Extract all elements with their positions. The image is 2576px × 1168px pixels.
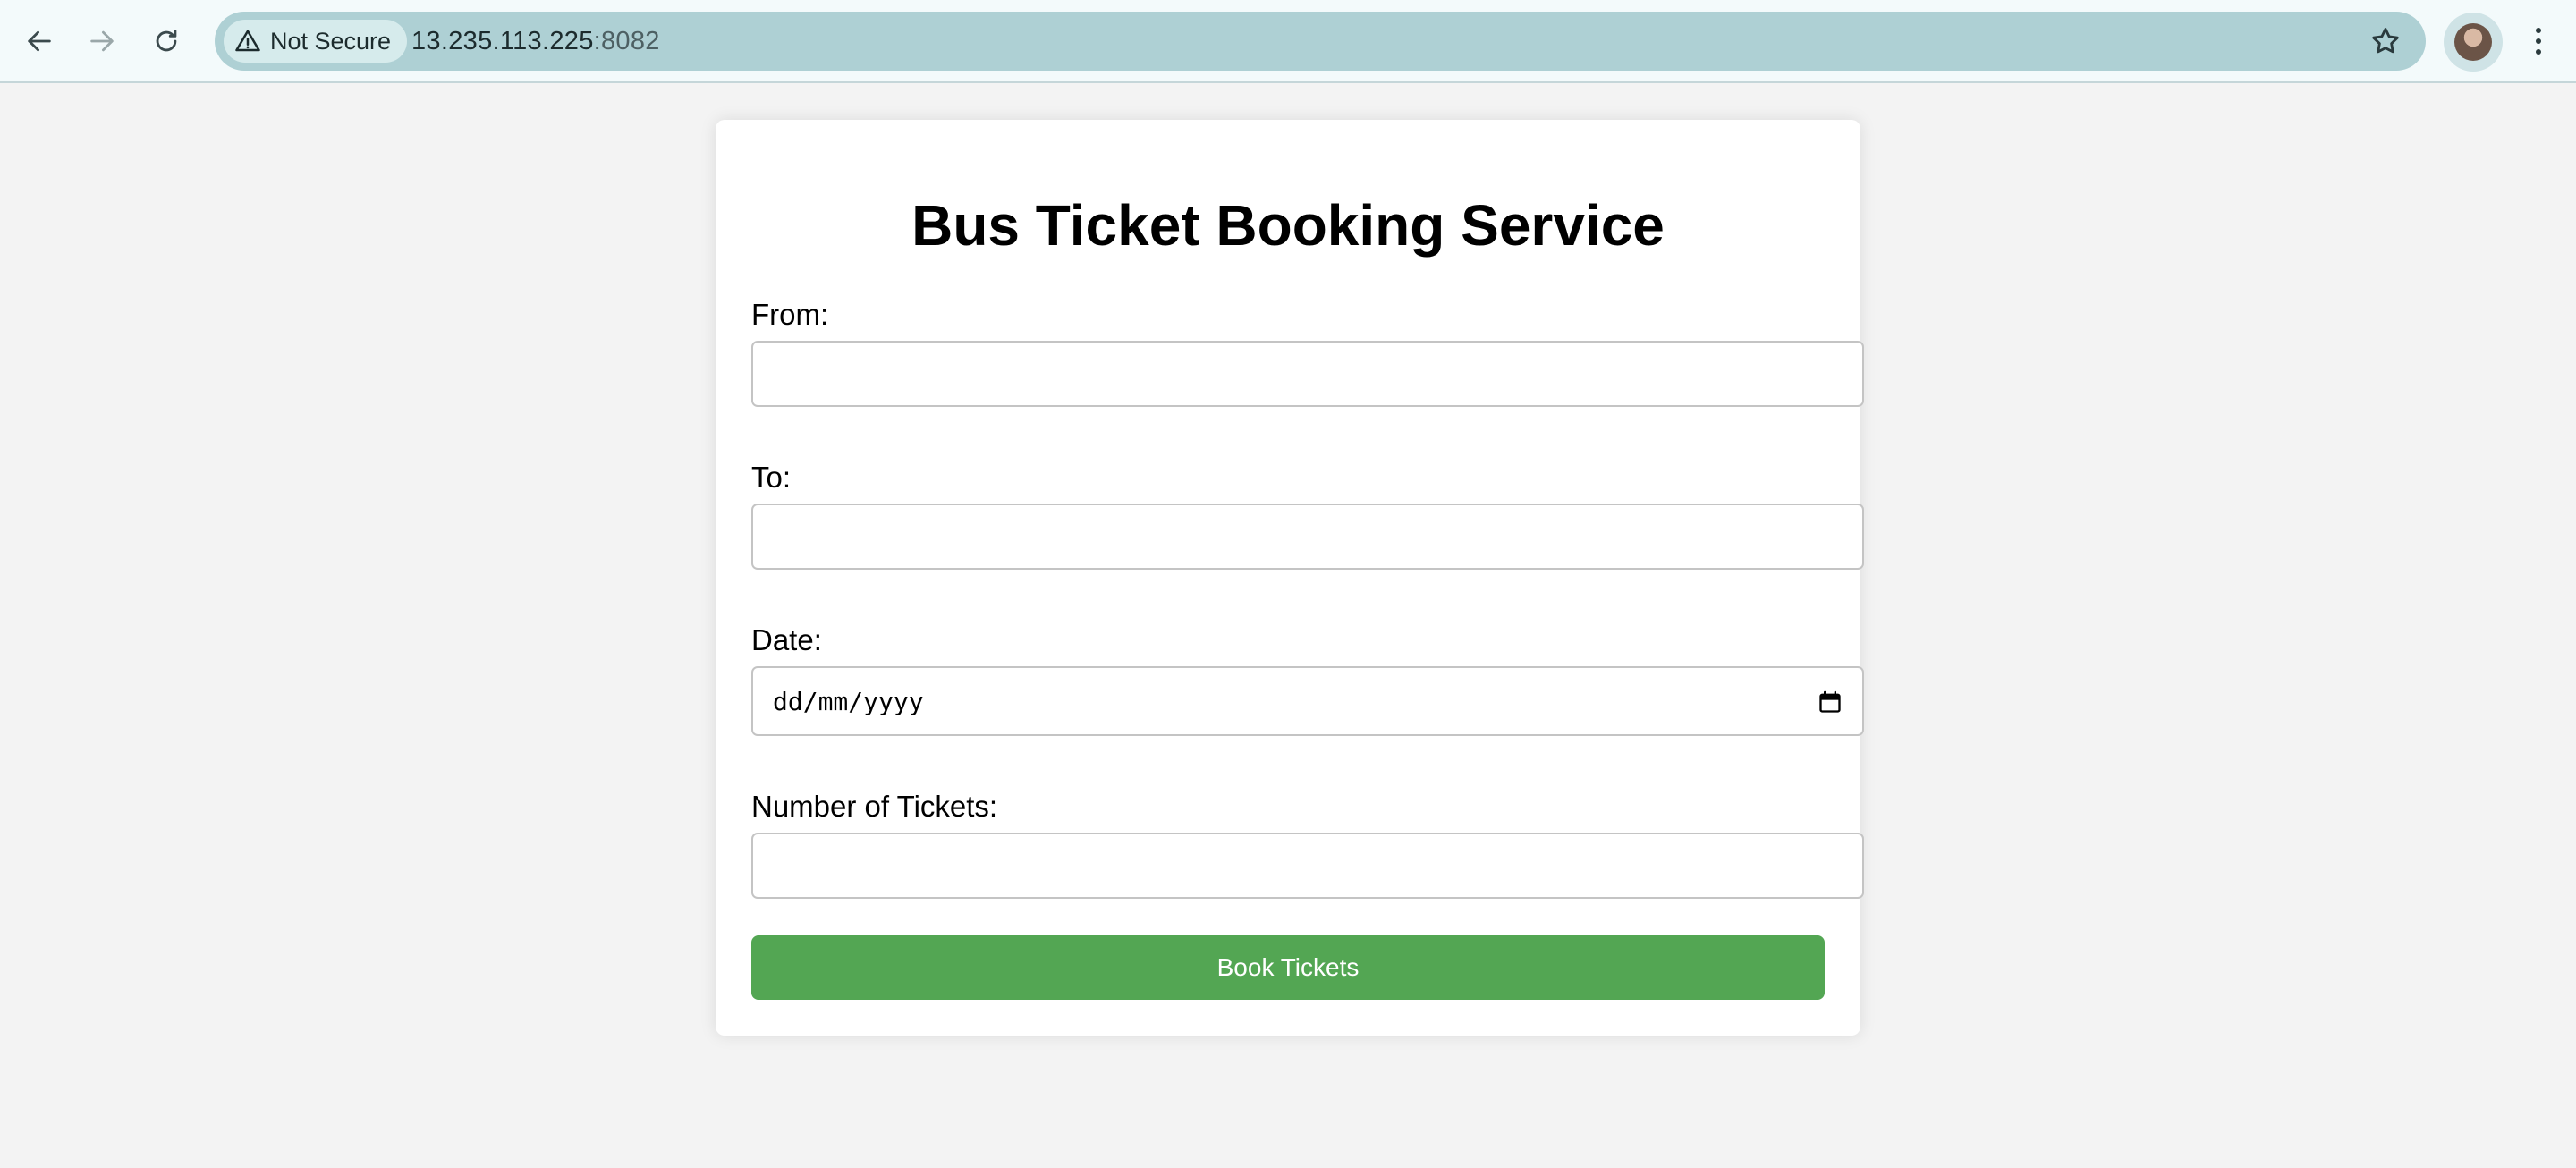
- from-label: From:: [751, 298, 829, 331]
- date-placeholder: dd/mm/yyyy: [773, 686, 924, 716]
- profile-avatar[interactable]: [2444, 13, 2503, 72]
- tickets-input[interactable]: [751, 833, 1864, 899]
- menu-dot: [2536, 38, 2541, 44]
- security-indicator[interactable]: Not Secure: [224, 20, 408, 63]
- calendar-icon[interactable]: [1818, 690, 1843, 715]
- url-host: 13.235.113.225: [411, 27, 594, 55]
- reload-icon: [156, 30, 177, 52]
- menu-dot: [2536, 28, 2541, 33]
- date-input[interactable]: dd/mm/yyyy: [751, 666, 1864, 736]
- url-text[interactable]: 13.235.113.225:8082: [411, 12, 660, 71]
- avatar: [2454, 23, 2492, 61]
- tickets-label: Number of Tickets:: [751, 790, 998, 823]
- address-bar[interactable]: Not Secure 13.235.113.225:8082: [215, 12, 2426, 71]
- arrow-right-icon: [90, 30, 114, 52]
- security-label: Not Secure: [270, 27, 392, 55]
- book-tickets-button[interactable]: Book Tickets: [751, 935, 1825, 1000]
- browser-toolbar: Not Secure 13.235.113.225:8082: [0, 0, 2576, 83]
- to-input[interactable]: [751, 504, 1864, 570]
- from-input[interactable]: [751, 341, 1864, 407]
- booking-form-card: Bus Ticket Booking Service From: To: Dat…: [716, 120, 1864, 1036]
- forward-button[interactable]: [79, 18, 125, 64]
- page-title: Bus Ticket Booking Service: [911, 193, 1665, 258]
- back-button[interactable]: [16, 18, 63, 64]
- warning-triangle-icon: [235, 30, 260, 52]
- arrow-left-icon: [28, 30, 51, 52]
- menu-dot: [2536, 49, 2541, 55]
- date-label: Date:: [751, 623, 822, 656]
- star-icon[interactable]: [2368, 24, 2402, 58]
- to-label: To:: [751, 461, 792, 494]
- kebab-menu-icon[interactable]: [2521, 21, 2556, 61]
- url-port: :8082: [593, 27, 660, 55]
- reload-button[interactable]: [143, 18, 190, 64]
